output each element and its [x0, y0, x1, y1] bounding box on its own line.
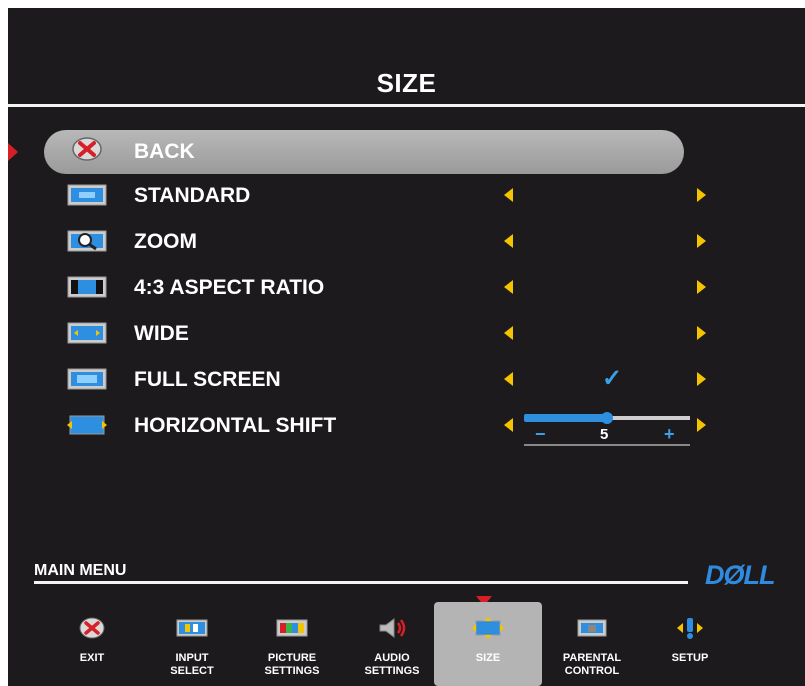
arrow-left-icon[interactable] [504, 188, 513, 202]
menu-item-label: BACK [134, 140, 195, 163]
aspect-ratio-icon [67, 276, 107, 298]
arrow-right-icon[interactable] [697, 280, 706, 294]
arrow-right-icon[interactable] [697, 188, 706, 202]
nav-label: PICTURE [267, 652, 317, 664]
selected-checkmark-icon: ✓ [602, 365, 623, 392]
arrow-left-icon[interactable] [504, 418, 513, 432]
zoom-icon [67, 230, 107, 252]
menu-item-label: ZOOM [134, 230, 197, 253]
arrow-right-icon[interactable] [697, 326, 706, 340]
dell-logo: DØLL [705, 560, 775, 590]
standard-icon [67, 184, 107, 206]
nav-audio-settings[interactable]: AUDIO SETTINGS [342, 602, 442, 686]
arrow-right-icon[interactable] [697, 234, 706, 248]
full-screen-icon [67, 368, 107, 390]
parental-control-icon [577, 619, 607, 637]
setup-icon [677, 618, 703, 639]
shift-slider-handle[interactable] [601, 412, 613, 424]
nav-label: SETTINGS [264, 665, 320, 677]
menu-item-full-screen[interactable]: FULL SCREEN ✓ [8, 360, 805, 404]
nav-label: INPUT [175, 652, 209, 664]
nav-picture-settings[interactable]: PICTURE SETTINGS [242, 602, 342, 686]
nav-label: AUDIO [374, 652, 410, 664]
main-menu-divider [34, 581, 688, 584]
minus-icon: − [535, 424, 546, 444]
size-icon [472, 617, 504, 639]
wide-icon [67, 322, 107, 344]
nav-size[interactable]: SIZE [434, 602, 542, 686]
menu-item-label: STANDARD [134, 184, 251, 207]
picture-settings-icon [276, 619, 308, 637]
menu-item-back[interactable]: BACK [8, 130, 805, 174]
menu-item-wide[interactable]: WIDE [8, 314, 805, 358]
osd-screen: SIZE BACK STANDARD ZOOM 4:3 ASPECT RATIO… [8, 8, 805, 686]
menu-item-zoom[interactable]: ZOOM [8, 222, 805, 266]
arrow-right-icon[interactable] [697, 372, 706, 386]
menu-item-aspect-ratio[interactable]: 4:3 ASPECT RATIO [8, 268, 805, 312]
nav-label: CONTROL [564, 665, 620, 677]
plus-icon: + [664, 424, 675, 444]
nav-exit[interactable]: EXIT [42, 602, 142, 686]
arrow-left-icon[interactable] [504, 280, 513, 294]
main-menu-label: MAIN MENU [34, 562, 127, 579]
back-icon [72, 137, 102, 161]
nav-label: SETUP [671, 652, 709, 664]
arrow-left-icon[interactable] [504, 372, 513, 386]
slider-baseline [524, 444, 690, 446]
menu-item-label: 4:3 ASPECT RATIO [134, 276, 325, 299]
menu-item-label: WIDE [134, 322, 189, 345]
shift-value: 5 [600, 426, 609, 443]
menu-item-label: FULL SCREEN [134, 368, 281, 391]
nav-label: EXIT [79, 652, 105, 664]
menu-item-label: HORIZONTAL SHIFT [134, 414, 337, 437]
nav-setup[interactable]: SETUP [640, 602, 740, 686]
nav-label: SETTINGS [364, 665, 420, 677]
nav-parental-control[interactable]: PARENTAL CONTROL [542, 602, 642, 686]
nav-label: SELECT [170, 665, 214, 677]
exit-icon [79, 617, 105, 639]
arrow-left-icon[interactable] [504, 326, 513, 340]
shift-slider-fill [524, 414, 607, 422]
nav-label: SIZE [475, 652, 501, 664]
title-divider [8, 104, 805, 107]
nav-label: PARENTAL [562, 652, 622, 664]
selection-marker-icon [8, 143, 18, 161]
menu-item-horizontal-shift[interactable]: HORIZONTAL SHIFT − 5 + [8, 406, 805, 450]
arrow-left-icon[interactable] [504, 234, 513, 248]
menu-item-standard[interactable]: STANDARD [8, 176, 805, 220]
page-title: SIZE [376, 68, 437, 98]
input-select-icon [176, 619, 208, 637]
nav-input-select[interactable]: INPUT SELECT [142, 602, 242, 686]
audio-settings-icon [379, 618, 406, 638]
horizontal-shift-icon [67, 415, 107, 435]
arrow-right-icon[interactable] [697, 418, 706, 432]
